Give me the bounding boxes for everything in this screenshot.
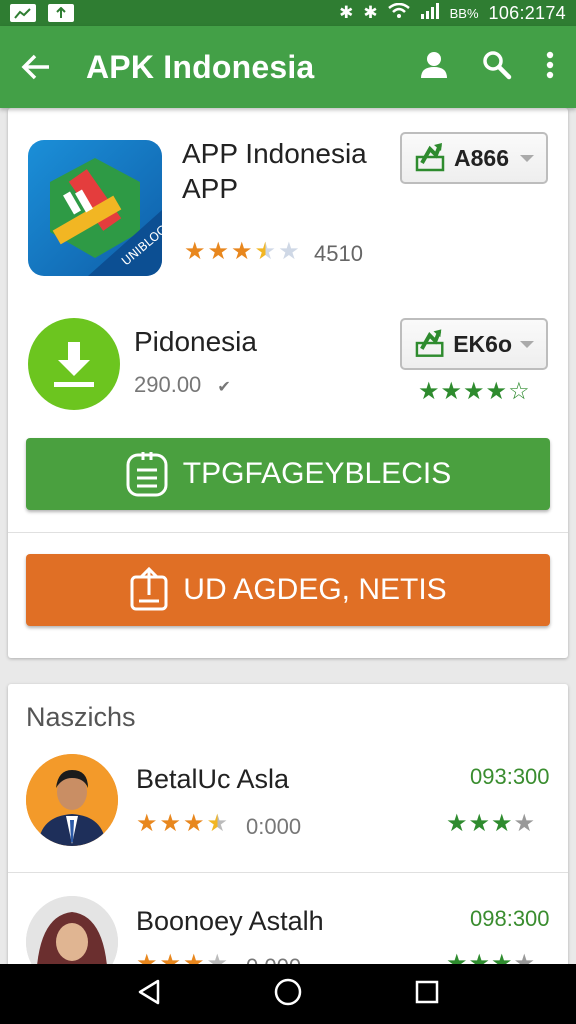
upload-notification-icon bbox=[48, 4, 74, 22]
star-full-icon: ★ bbox=[184, 238, 206, 265]
star-full-icon: ★ bbox=[136, 810, 158, 837]
person-rating-stars: ★ ★ ★ ★ bbox=[136, 812, 228, 836]
app-rating-stars: ★ ★ ★ ★ ☆ bbox=[418, 380, 530, 404]
back-button[interactable] bbox=[16, 47, 56, 87]
person-rating-stars-right: ★ ★ ★ ★ bbox=[446, 812, 535, 836]
gallery-notification-icon bbox=[10, 4, 36, 22]
avatar bbox=[26, 754, 118, 846]
list-doc-icon bbox=[126, 452, 168, 497]
app-name: APP Indonesia APP bbox=[182, 138, 367, 204]
wifi-icon bbox=[387, 2, 410, 24]
price-text: 290.00 bbox=[134, 372, 202, 397]
overflow-menu-button[interactable] bbox=[546, 51, 554, 84]
battery-text: BB% bbox=[449, 5, 479, 21]
star-half-icon: ★ bbox=[254, 238, 277, 265]
download-icon bbox=[54, 342, 94, 387]
star-empty-icon: ★ bbox=[513, 810, 536, 837]
circle-home-icon bbox=[274, 978, 302, 1005]
person-score: 093:300 bbox=[470, 764, 550, 789]
status-bar: ✱ ✱ BB% 106:2174 bbox=[0, 0, 576, 26]
star-full-icon: ★ bbox=[463, 378, 485, 405]
download-to-device-icon bbox=[415, 143, 445, 172]
bluetooth-icon-2: ✱ bbox=[363, 3, 378, 22]
chevron-down-icon bbox=[520, 340, 534, 348]
square-recents-icon bbox=[416, 980, 439, 1003]
secondary-action-button[interactable]: UD AGDEG, NETIS bbox=[26, 554, 550, 626]
star-full-icon: ★ bbox=[440, 378, 463, 405]
star-full-icon: ★ bbox=[159, 810, 182, 837]
system-nav-bar bbox=[0, 964, 576, 1024]
app-bar: APK Indonesia bbox=[0, 26, 576, 108]
bluetooth-icon: ✱ bbox=[339, 3, 354, 22]
divider bbox=[8, 872, 568, 873]
install-button-label: EK6o bbox=[453, 330, 512, 357]
star-full-icon: ★ bbox=[207, 238, 230, 265]
star-empty-icon: ☆ bbox=[508, 378, 530, 405]
nav-back-button[interactable] bbox=[136, 978, 162, 1011]
star-full-icon: ★ bbox=[446, 810, 468, 837]
star-half-icon: ★ bbox=[206, 810, 229, 837]
person-name: BetalUc Asla bbox=[136, 764, 290, 794]
star-full-icon: ★ bbox=[485, 378, 508, 405]
app-icon-download[interactable] bbox=[28, 318, 120, 410]
app-rating-stars: ★ ★ ★ ★ ★ bbox=[184, 240, 300, 264]
page-title: APK Indonesia bbox=[86, 48, 315, 85]
account-button[interactable] bbox=[420, 51, 448, 84]
search-button[interactable] bbox=[482, 50, 512, 85]
divider bbox=[8, 532, 568, 533]
signal-icon bbox=[420, 2, 440, 24]
install-button-app2[interactable]: EK6o bbox=[400, 318, 548, 370]
primary-action-label: TPGFAGEYBLECIS bbox=[182, 457, 452, 490]
person-name: Boonoey Astalh bbox=[136, 906, 324, 936]
section-title: Naszichs bbox=[26, 702, 136, 732]
person-score: 098:300 bbox=[470, 906, 550, 931]
star-full-icon: ★ bbox=[468, 810, 491, 837]
app-icon-uniblog[interactable]: UNIBLOG bbox=[28, 140, 162, 276]
nav-home-button[interactable] bbox=[273, 977, 303, 1012]
person-icon bbox=[421, 51, 447, 78]
person-count: 0:000 bbox=[246, 814, 302, 839]
install-button-label: A866 bbox=[454, 144, 509, 171]
primary-action-button[interactable]: TPGFAGEYBLECIS bbox=[26, 438, 550, 510]
app-price: 290.00 ✔ bbox=[134, 372, 231, 398]
star-full-icon: ★ bbox=[491, 810, 513, 837]
search-icon bbox=[483, 50, 512, 79]
app-rating-count: 4510 bbox=[314, 241, 363, 266]
apps-card: UNIBLOG APP Indonesia APP ★ ★ ★ ★ ★ 4510… bbox=[8, 108, 568, 658]
more-vert-icon bbox=[546, 51, 554, 78]
star-full-icon: ★ bbox=[418, 378, 440, 405]
star-empty-icon: ★ bbox=[278, 238, 300, 265]
people-card: Naszichs BetalUc Asla ★ ★ ★ ★ 0:000 093:… bbox=[8, 684, 568, 988]
triangle-back-icon bbox=[138, 979, 159, 1004]
star-full-icon: ★ bbox=[183, 810, 205, 837]
upload-file-icon bbox=[130, 567, 168, 611]
secondary-action-label: UD AGDEG, NETIS bbox=[183, 573, 447, 606]
install-button-app1[interactable]: A866 bbox=[400, 132, 548, 184]
arrow-left-icon bbox=[21, 54, 49, 80]
check-icon: ✔ bbox=[217, 379, 231, 396]
clock: 106:2174 bbox=[488, 2, 566, 23]
download-to-device-icon bbox=[415, 329, 444, 357]
app-name: Pidonesia bbox=[134, 326, 257, 357]
star-full-icon: ★ bbox=[231, 238, 253, 265]
chevron-down-icon bbox=[520, 154, 534, 162]
nav-recents-button[interactable] bbox=[414, 979, 440, 1010]
